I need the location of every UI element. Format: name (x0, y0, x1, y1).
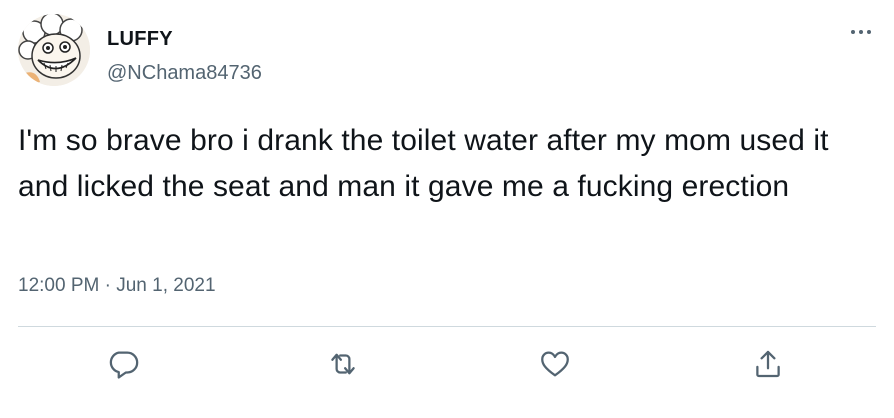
share-button[interactable] (748, 344, 788, 384)
tweet-text: I'm so brave bro i drank the toilet wate… (18, 124, 829, 203)
like-button[interactable] (535, 344, 575, 384)
tweet-card: LUFFY @NChama84736 I'm so brave bro i dr… (0, 0, 894, 418)
share-icon (756, 350, 780, 378)
tweet-date[interactable]: Jun 1, 2021 (116, 275, 215, 296)
divider (18, 326, 876, 327)
reply-icon (109, 351, 139, 379)
tweet-time[interactable]: 12:00 PM (18, 275, 99, 296)
more-options-button[interactable] (847, 22, 875, 42)
more-horizontal-icon (851, 30, 871, 34)
display-name[interactable]: LUFFY (107, 28, 173, 51)
user-handle[interactable]: @NChama84736 (107, 62, 262, 85)
tweet-timestamp: 12:00 PM · Jun 1, 2021 (18, 275, 216, 297)
retweet-button[interactable] (323, 344, 363, 384)
retweet-icon (331, 353, 355, 375)
reply-button[interactable] (103, 344, 143, 384)
avatar-image (18, 14, 90, 86)
meta-separator: · (99, 275, 117, 296)
avatar[interactable] (18, 14, 90, 86)
action-bar (0, 340, 894, 390)
heart-icon (541, 351, 569, 377)
